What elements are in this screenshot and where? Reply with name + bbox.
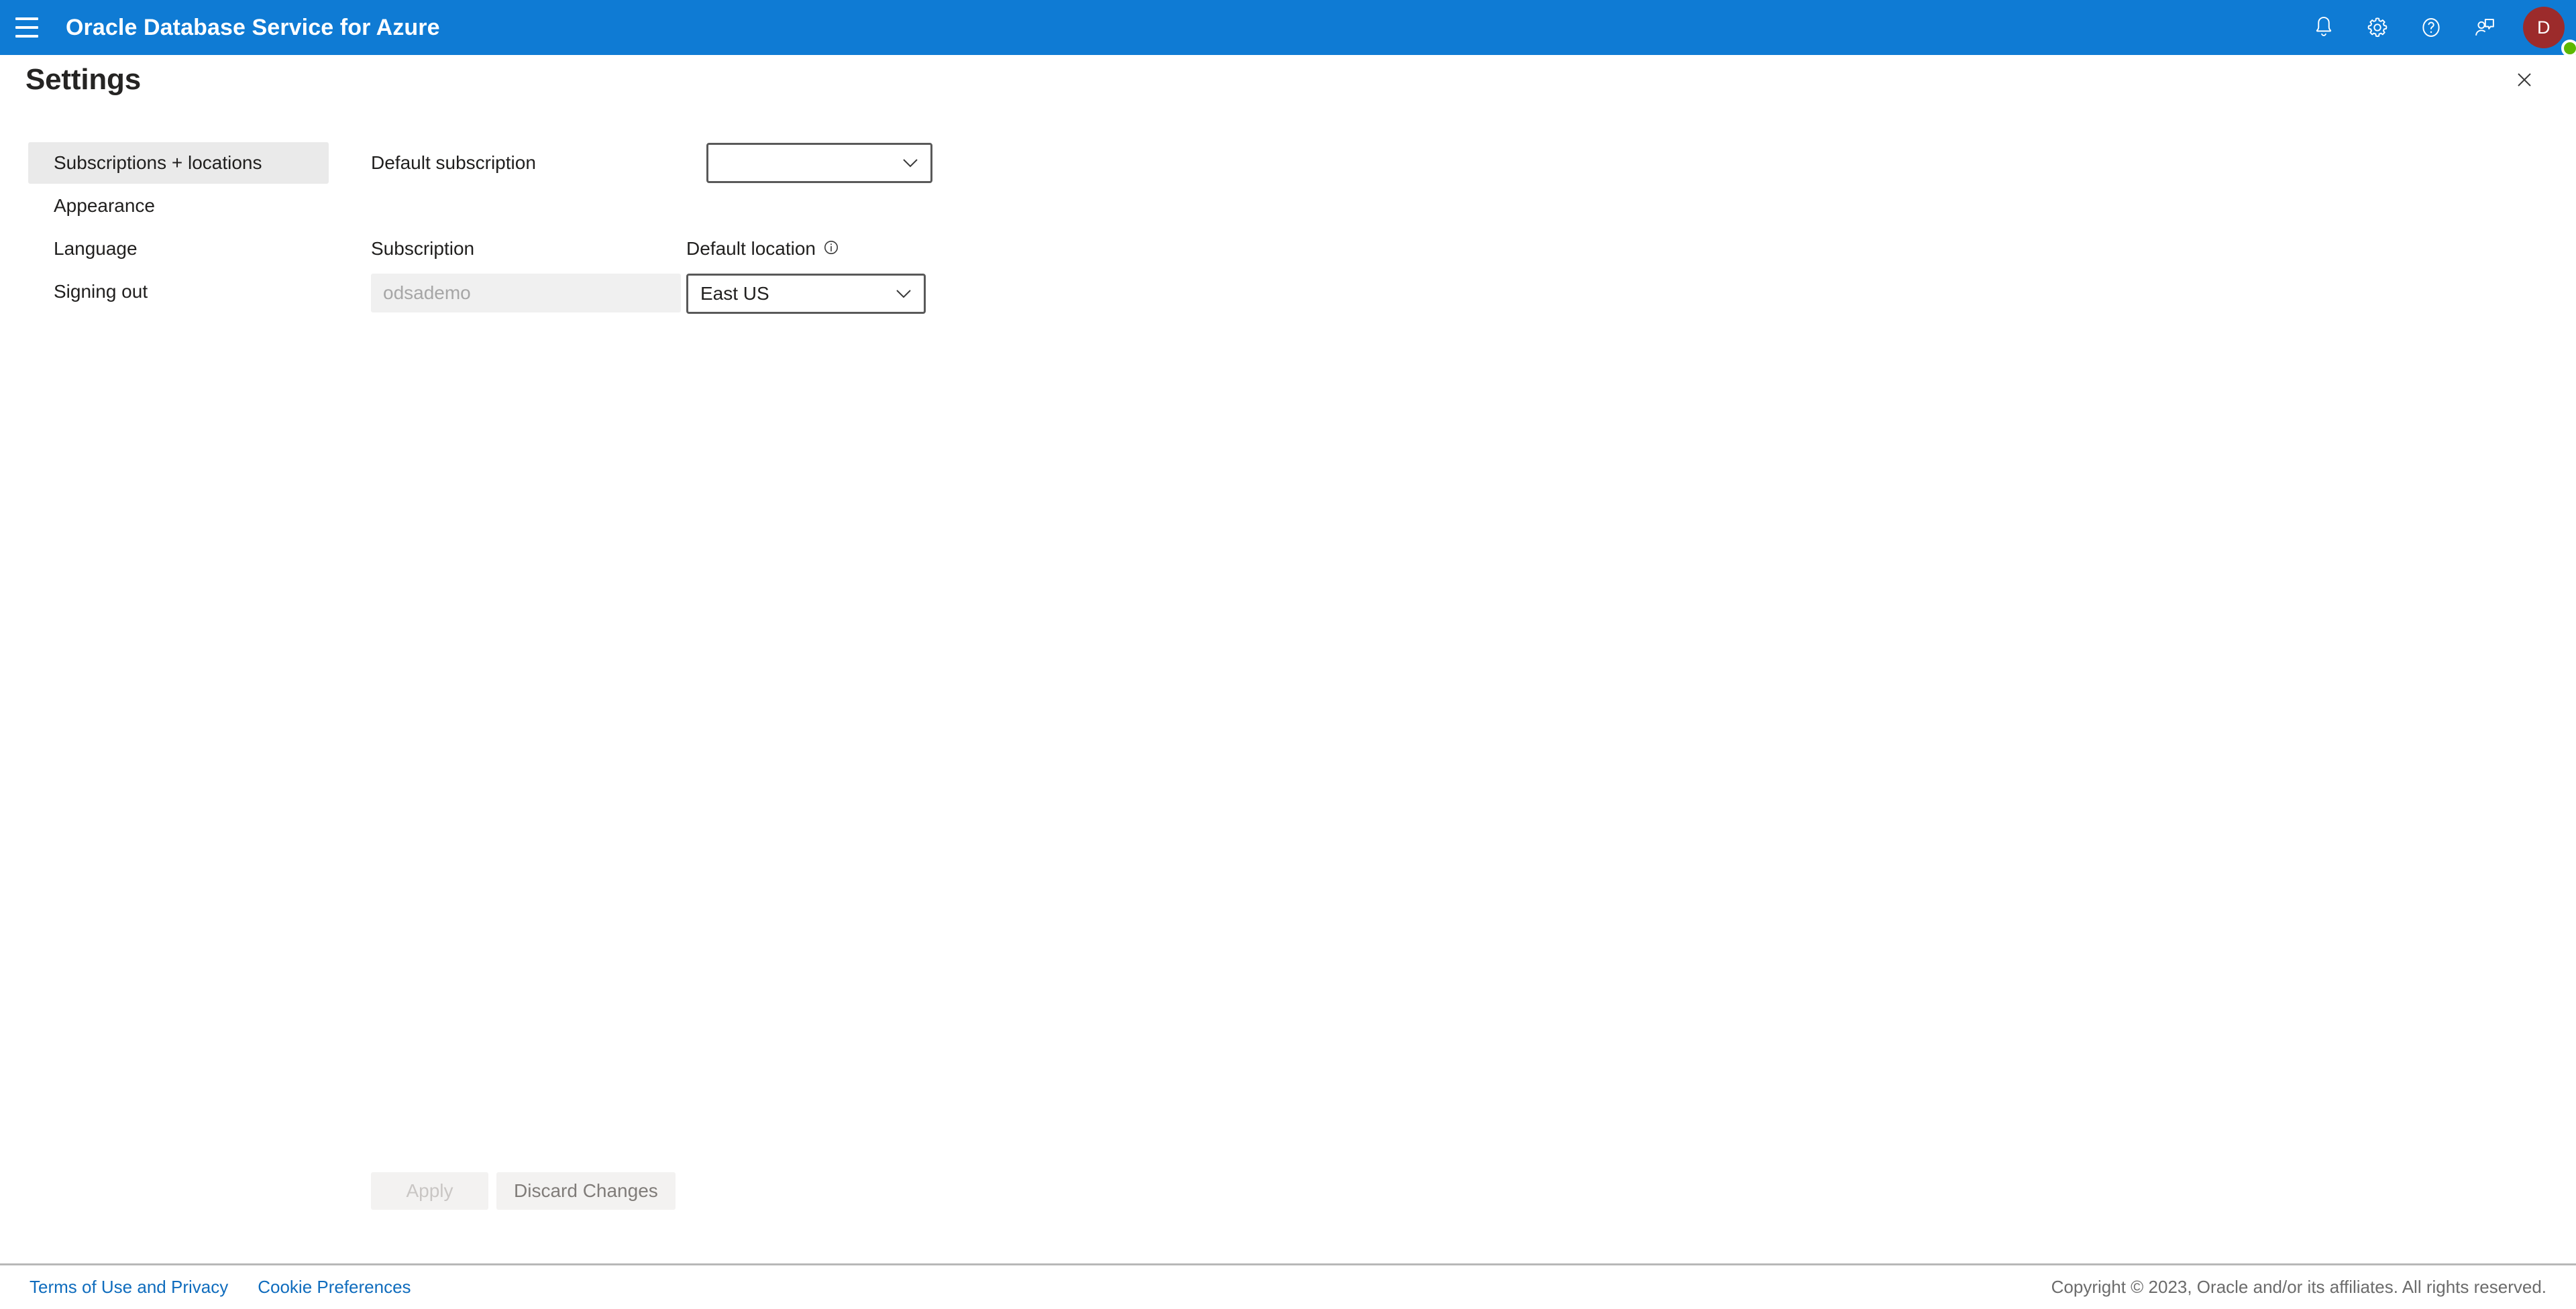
default-subscription-row: Default subscription [371, 142, 1109, 184]
hamburger-line [15, 26, 38, 29]
close-icon[interactable] [2506, 62, 2542, 98]
footer-links: Terms of Use and Privacy Cookie Preferen… [30, 1277, 411, 1298]
help-icon[interactable] [2404, 0, 2458, 55]
sidebar-item-subscriptions-locations[interactable]: Subscriptions + locations [28, 142, 329, 184]
avatar-initial: D [2523, 7, 2565, 48]
default-location-label-line: Default location [686, 237, 955, 260]
sidebar-item-signing-out[interactable]: Signing out [28, 271, 329, 312]
cookie-preferences-link[interactable]: Cookie Preferences [258, 1277, 411, 1298]
sidebar-item-label: Language [54, 238, 138, 259]
discard-changes-button[interactable]: Discard Changes [496, 1172, 676, 1210]
page-footer: Terms of Use and Privacy Cookie Preferen… [0, 1263, 2576, 1309]
default-subscription-label: Default subscription [371, 152, 536, 173]
hamburger-line [15, 35, 38, 38]
avatar[interactable]: D [2512, 0, 2576, 57]
chevron-down-icon [894, 283, 913, 304]
subscription-label-line: Subscription [371, 237, 686, 260]
settings-sidebar: Subscriptions + locations Appearance Lan… [28, 142, 329, 312]
subscription-column: Subscription odsademo [371, 237, 686, 312]
settings-panel-header: Settings [0, 55, 2576, 103]
page-title: Settings [25, 63, 141, 96]
sidebar-item-label: Signing out [54, 281, 148, 302]
app-title: Oracle Database Service for Azure [66, 14, 440, 40]
sidebar-item-label: Appearance [54, 195, 156, 216]
notifications-icon[interactable] [2297, 0, 2351, 55]
top-app-bar: Oracle Database Service for Azure D [0, 0, 2576, 57]
default-location-select[interactable]: East US [686, 274, 926, 314]
default-location-column: Default location East US [686, 237, 955, 314]
subscription-value: odsademo [383, 282, 471, 303]
copyright-text: Copyright © 2023, Oracle and/or its affi… [2051, 1277, 2546, 1297]
form-actions: Apply Discard Changes [371, 1172, 676, 1210]
apply-button[interactable]: Apply [371, 1172, 488, 1210]
subscription-label: Subscription [371, 238, 475, 259]
hamburger-line [15, 17, 38, 20]
sidebar-item-appearance[interactable]: Appearance [28, 185, 329, 227]
default-location-label: Default location [686, 238, 816, 259]
appbar-actions: D [2297, 0, 2576, 57]
chevron-down-icon [901, 152, 920, 174]
sidebar-item-language[interactable]: Language [28, 228, 329, 270]
feedback-icon[interactable] [2458, 0, 2512, 55]
default-subscription-select[interactable] [706, 143, 932, 183]
info-icon[interactable] [822, 239, 840, 260]
settings-form: Default subscription Subscription odsade… [371, 142, 1109, 314]
settings-gear-icon[interactable] [2351, 0, 2404, 55]
hamburger-menu-icon[interactable] [0, 0, 54, 55]
default-location-value: East US [700, 283, 769, 304]
subscription-input: odsademo [371, 274, 681, 312]
terms-of-use-link[interactable]: Terms of Use and Privacy [30, 1277, 228, 1298]
sidebar-item-label: Subscriptions + locations [54, 152, 262, 173]
